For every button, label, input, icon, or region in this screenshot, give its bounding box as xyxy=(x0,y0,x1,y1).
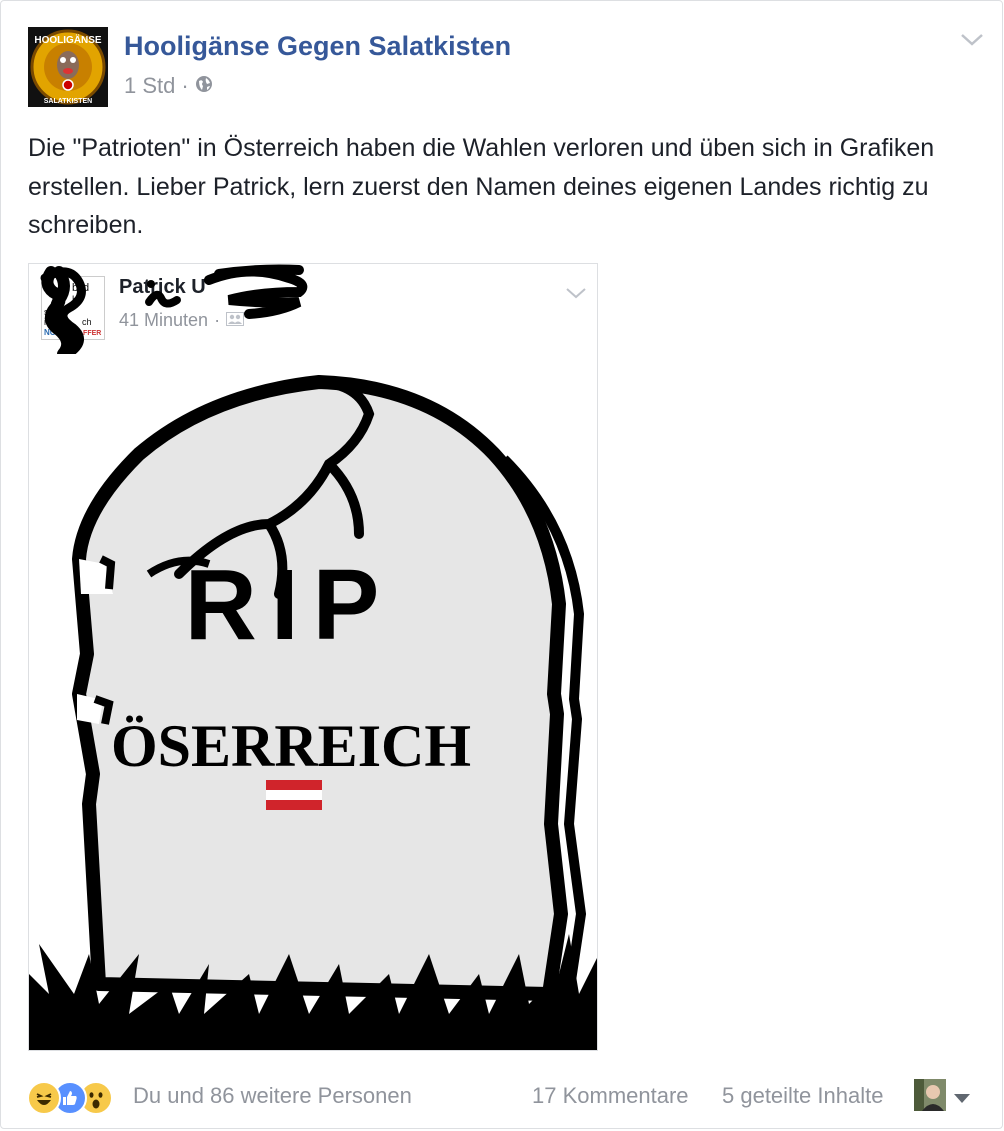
caret-down-icon[interactable] xyxy=(953,1091,971,1109)
svg-text:HOOLIGÄNSE: HOOLIGÄNSE xyxy=(34,33,102,46)
svg-text:ÖSERREICH: ÖSERREICH xyxy=(111,713,471,779)
post-meta: 1 Std · xyxy=(124,73,213,99)
meta-separator: · xyxy=(181,73,189,98)
censor-scribble xyxy=(40,264,308,360)
post-text: Die "Patrioten" in Österreich haben die … xyxy=(28,134,935,239)
haha-icon xyxy=(27,1081,61,1115)
post-timestamp[interactable]: 1 Std xyxy=(124,73,175,99)
comments-count-link[interactable]: 17 Kommentare xyxy=(532,1083,689,1109)
viewer-avatar[interactable] xyxy=(914,1079,946,1111)
page-logo-icon: HOOLIGÄNSE SALATKISTEN xyxy=(28,27,108,107)
post-card: HOOLIGÄNSE SALATKISTEN Hooligänse Gegen … xyxy=(0,0,1003,1129)
post-footer: Du und 86 weitere Personen 17 Kommentare… xyxy=(1,1061,1004,1131)
page-name-link[interactable]: Hooligänse Gegen Salatkisten xyxy=(124,31,511,62)
reactions-summary[interactable] xyxy=(27,1081,113,1115)
tombstone-graphic: RIP ÖSERREICH xyxy=(29,354,597,1050)
page-avatar[interactable]: HOOLIGÄNSE SALATKISTEN xyxy=(28,27,108,107)
svg-text:SALATKISTEN: SALATKISTEN xyxy=(44,98,92,105)
shares-count-link[interactable]: 5 geteilte Inhalte xyxy=(722,1083,883,1109)
post-options-chevron-icon[interactable] xyxy=(959,31,985,54)
shared-post-image[interactable]: bild g ht son ihr ch NO AFFER Patrick U … xyxy=(28,263,598,1051)
globe-icon xyxy=(195,73,213,99)
svg-text:RIP: RIP xyxy=(185,549,394,661)
likers-link[interactable]: Du und 86 weitere Personen xyxy=(133,1083,412,1109)
